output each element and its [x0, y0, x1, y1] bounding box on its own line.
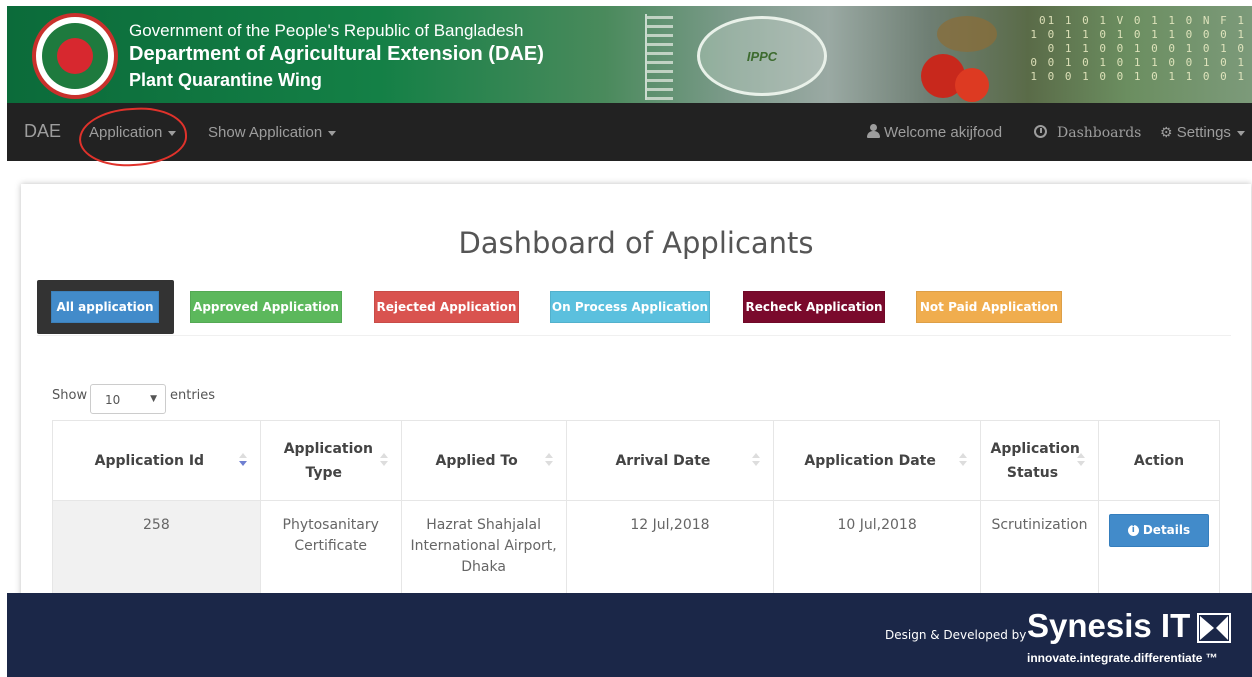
annotation-circle [77, 105, 189, 169]
dropdown-arrow-icon: ▼ [150, 394, 157, 404]
footer-tagline: innovate.integrate.differentiate ™ [1027, 651, 1218, 665]
cell-arrival-date: 12 Jul,2018 [566, 500, 775, 593]
sort-icon [956, 453, 970, 471]
bangladesh-emblem-logo [32, 13, 118, 99]
show-application-menu[interactable]: Show Application [208, 124, 337, 141]
synesis-logo-text[interactable]: Synesis IT [1027, 607, 1190, 645]
cell-application-id: 258 [52, 500, 261, 593]
entries-label: entries [170, 388, 216, 403]
welcome-user-menu[interactable]: Welcome akijfood [867, 124, 1002, 141]
gear-icon: ⚙ [1160, 124, 1173, 140]
applications-table: Application Id Application Type Applied … [52, 420, 1220, 593]
tab-recheck-application[interactable]: Recheck Application [743, 291, 885, 323]
column-header-arrival-date[interactable]: Arrival Date [566, 420, 775, 501]
tab-all-application[interactable]: All application [51, 291, 159, 323]
cell-application-date: 10 Jul,2018 [773, 500, 982, 593]
user-icon [867, 124, 880, 138]
entries-select[interactable]: 10 ▼ [90, 384, 166, 414]
column-header-applied-to[interactable]: Applied To [401, 420, 567, 501]
wheat-image [645, 14, 673, 100]
synesis-logo-icon [1197, 613, 1231, 643]
show-label: Show [52, 388, 88, 403]
page-footer: Design & Developed by Synesis IT innovat… [7, 593, 1252, 677]
top-navbar: DAE Application Show Application Welcome… [7, 103, 1252, 169]
footer-credit: Design & Developed by [885, 628, 1027, 642]
column-header-application-type[interactable]: Application Type [260, 420, 402, 501]
caret-down-icon [328, 130, 337, 136]
column-header-application-date[interactable]: Application Date [773, 420, 982, 501]
caret-down-icon [1236, 130, 1245, 136]
tab-not-paid-application[interactable]: Not Paid Application [916, 291, 1062, 323]
column-header-application-id[interactable]: Application Id [52, 420, 261, 501]
produce-image [937, 16, 997, 52]
tomato-image-2 [955, 68, 989, 102]
tab-rejected-application[interactable]: Rejected Application [374, 291, 519, 323]
cell-application-status: Scrutinization [980, 500, 1099, 593]
sort-icon [1074, 453, 1088, 471]
ippc-logo: IPPC [697, 16, 827, 96]
sort-icon [542, 453, 556, 471]
brand-link[interactable]: DAE [24, 121, 61, 142]
info-icon: i [1127, 525, 1139, 536]
cell-action: i Details [1098, 500, 1220, 593]
sort-icon [749, 453, 763, 471]
wing-title: Plant Quarantine Wing [129, 70, 322, 90]
department-title: Department of Agricultural Extension (DA… [129, 43, 544, 65]
column-header-action: Action [1098, 420, 1220, 501]
settings-menu[interactable]: ⚙ Settings [1160, 124, 1245, 141]
page-title: Dashboard of Applicants [458, 226, 814, 260]
government-title: Government of the People's Republic of B… [129, 21, 524, 40]
binary-pattern: 01 1 0 1 V 0 1 1 0 N F 1 1 0 1 1 0 1 0 1… [1030, 14, 1246, 83]
dashboards-link[interactable]: Dashboards [1034, 124, 1141, 141]
cell-application-type: Phytosanitary Certificate [260, 500, 402, 593]
details-button[interactable]: i Details [1109, 514, 1209, 547]
clock-icon [1034, 125, 1047, 138]
table-row: 258 Phytosanitary Certificate Hazrat Sha… [52, 500, 1220, 593]
header-banner: Government of the People's Republic of B… [7, 6, 1252, 103]
column-header-application-status[interactable]: Application Status [980, 420, 1099, 501]
dashboard-panel: Dashboard of Applicants All application … [21, 184, 1251, 604]
tab-on-process-application[interactable]: On Process Application [550, 291, 710, 323]
sort-icon [377, 453, 391, 471]
tab-approved-application[interactable]: Approved Application [190, 291, 342, 323]
cell-applied-to: Hazrat Shahjalal International Airport, … [401, 500, 567, 593]
sort-desc-icon [236, 453, 250, 471]
application-filter-tabs: All application Approved Application Rej… [37, 280, 1231, 336]
